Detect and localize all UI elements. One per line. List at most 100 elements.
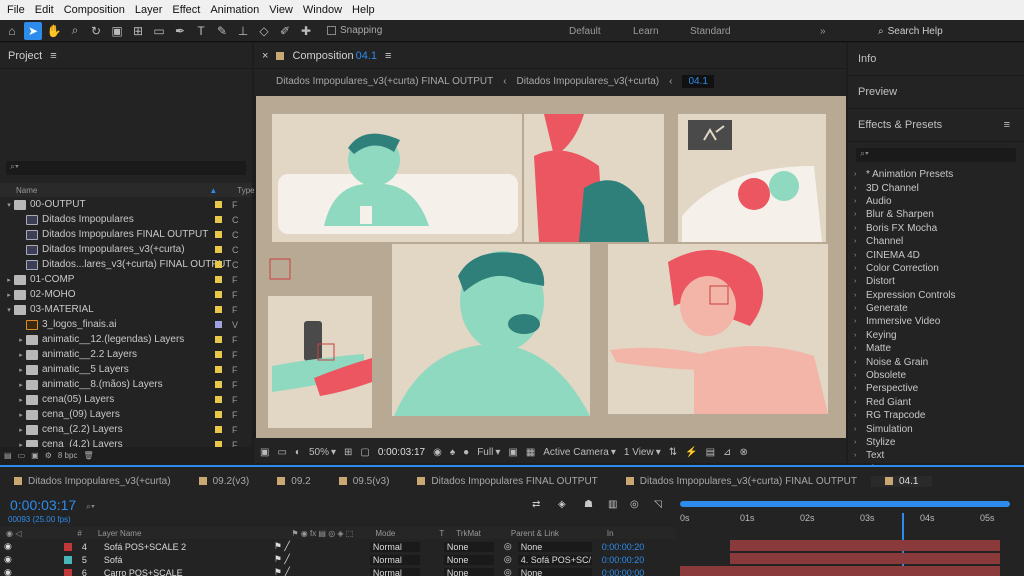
new-comp-icon[interactable]: ▣ [31, 451, 39, 460]
timeline-tab[interactable]: Ditados Impopulares_v3(+curta) [0, 476, 185, 487]
label-color-swatch[interactable] [63, 542, 72, 551]
effects-category[interactable]: › Boris FX Mocha [848, 222, 1024, 235]
project-folder-row[interactable]: ▸ cena(05) Layers F [0, 392, 240, 407]
effects-category[interactable]: › Simulation [848, 422, 1024, 435]
motion-blur-icon[interactable]: ◎ [630, 499, 639, 510]
chevron-right-icon[interactable]: › [854, 359, 862, 366]
flowchart-icon[interactable]: ⊿ [723, 447, 731, 458]
chevron-right-icon[interactable]: › [854, 426, 862, 433]
label-color-swatch[interactable] [215, 336, 222, 343]
chevron-right-icon[interactable]: › [854, 399, 862, 406]
chevron-right-icon[interactable]: ▸ [16, 366, 26, 374]
clone-stamp-tool-icon[interactable]: ⊥ [234, 22, 252, 40]
project-item-row[interactable]: Ditados...lares_v3(+curta) FINAL OUTPUT C [0, 257, 240, 272]
current-time-display[interactable]: 0:00:03:17 [378, 447, 425, 458]
menu-item-edit[interactable]: Edit [30, 4, 59, 16]
reset-exposure-icon[interactable]: ⊗ [739, 447, 747, 458]
shape-tool-icon[interactable]: ▭ [150, 22, 168, 40]
snapping-toggle[interactable]: Snapping [327, 25, 382, 36]
menu-item-help[interactable]: Help [347, 4, 380, 16]
brush-tool-icon[interactable]: ✎ [213, 22, 231, 40]
effects-category[interactable]: › Noise & Grain [848, 355, 1024, 368]
trkmat-dropdown[interactable]: None [443, 554, 494, 565]
interpret-footage-icon[interactable]: ▤ [4, 451, 12, 460]
project-search-input[interactable]: ⌕▾ [6, 161, 246, 175]
chevron-right-icon[interactable]: › [854, 452, 862, 459]
layer-name[interactable]: Sofá [104, 555, 264, 565]
project-folder-row[interactable]: ▸ animatic__5 Layers F [0, 362, 240, 377]
chevron-right-icon[interactable]: › [854, 385, 862, 392]
hand-tool-icon[interactable]: ✋ [45, 22, 63, 40]
label-color-swatch[interactable] [215, 306, 222, 313]
menu-item-effect[interactable]: Effect [167, 4, 205, 16]
project-item-row[interactable]: 3_logos_finais.ai V [0, 317, 240, 332]
chevron-right-icon[interactable]: › [854, 305, 862, 312]
layer-duration-bar[interactable] [680, 566, 1000, 576]
timeline-tab[interactable]: Ditados Impopulares FINAL OUTPUT [403, 476, 611, 487]
transparency-grid-icon[interactable]: ▦ [526, 447, 535, 458]
project-folder-row[interactable]: ▸ animatic__12.(legendas) Layers F [0, 332, 240, 347]
preview-icon[interactable]: ▣ [260, 447, 269, 458]
label-color-swatch[interactable] [215, 321, 222, 328]
label-color-swatch[interactable] [215, 276, 222, 283]
snapping-checkbox[interactable] [327, 26, 336, 35]
effects-category[interactable]: › * Animation Presets [848, 168, 1024, 181]
timeline-tab[interactable]: 09.2 [263, 476, 324, 487]
layer-switches-icon[interactable]: ⚑ ╱ [274, 567, 334, 576]
zoom-tool-icon[interactable]: ⌕ [66, 22, 84, 40]
pick-whip-icon[interactable]: ◎ [504, 554, 512, 565]
effects-category[interactable]: › Channel [848, 235, 1024, 248]
project-folder-row[interactable]: ▸ animatic__2.2 Layers F [0, 347, 240, 362]
label-color-swatch[interactable] [215, 366, 222, 373]
grid-icon[interactable]: ⊞ [344, 447, 352, 458]
project-folder-row[interactable]: ▾ 00-OUTPUT F [0, 197, 240, 212]
chevron-right-icon[interactable]: › [854, 278, 862, 285]
workspace-default[interactable]: Default [569, 20, 601, 42]
timeline-tab[interactable]: Ditados Impopulares_v3(+curta) FINAL OUT… [612, 476, 871, 487]
effects-search-input[interactable]: ⌕▾ [856, 148, 1016, 162]
label-color-swatch[interactable] [215, 351, 222, 358]
timeline-search-input[interactable]: ⌕▾ [86, 501, 526, 515]
timeline-tab[interactable]: 04.1 [870, 475, 933, 487]
label-color-swatch[interactable] [215, 396, 222, 403]
parent-dropdown[interactable]: None [517, 567, 592, 576]
menu-item-window[interactable]: Window [298, 4, 347, 16]
chevron-right-icon[interactable]: › [854, 238, 862, 245]
mode-dropdown[interactable]: Normal [369, 554, 420, 565]
trkmat-dropdown[interactable]: None [443, 567, 494, 576]
column-type[interactable]: Type [237, 186, 254, 195]
chevron-right-icon[interactable]: ▸ [16, 426, 26, 434]
layer-name[interactable]: Carro POS+SCALE [104, 568, 264, 576]
effects-category[interactable]: › CINEMA 4D [848, 248, 1024, 261]
panel-menu-icon[interactable]: ≡ [50, 50, 56, 62]
breadcrumb-item[interactable]: Ditados Impopulares_v3(+curta) [517, 76, 660, 87]
chevron-right-icon[interactable]: › [854, 265, 862, 272]
menu-item-view[interactable]: View [264, 4, 298, 16]
project-folder-row[interactable]: ▸ 02-MOHO F [0, 287, 240, 302]
mode-dropdown[interactable]: Normal [369, 541, 420, 552]
roi-icon[interactable]: ▣ [508, 447, 517, 458]
chevron-right-icon[interactable]: › [854, 211, 862, 218]
draft-3d-icon[interactable]: ◈ [558, 499, 566, 510]
home-icon[interactable]: ⌂ [3, 22, 21, 40]
layer-duration-bar[interactable] [730, 540, 1000, 551]
project-folder-row[interactable]: ▸ cena_(09) Layers F [0, 407, 240, 422]
timeline-icon[interactable]: ▤ [706, 447, 715, 458]
label-color-swatch[interactable] [215, 381, 222, 388]
label-color-swatch[interactable] [215, 411, 222, 418]
fast-preview-icon[interactable]: ⚡ [685, 447, 697, 458]
views-dropdown[interactable]: 1 View ▾ [624, 447, 661, 458]
label-color-swatch[interactable] [63, 568, 72, 576]
effects-category[interactable]: › Obsolete [848, 369, 1024, 382]
layer-in-time[interactable]: 0:00:00:20 [602, 555, 645, 565]
workspace-learn[interactable]: Learn [633, 20, 659, 42]
label-color-swatch[interactable] [63, 555, 72, 564]
timeline-current-time[interactable]: 0:00:03:17 [10, 497, 76, 513]
label-color-swatch[interactable] [215, 426, 222, 433]
chevron-right-icon[interactable]: › [854, 292, 862, 299]
camera-dropdown[interactable]: Active Camera ▾ [543, 447, 616, 458]
effects-category[interactable]: › Text [848, 449, 1024, 462]
parent-dropdown[interactable]: 4. Sofá POS+SC/ [517, 554, 592, 565]
chevron-right-icon[interactable]: › [854, 225, 862, 232]
effects-category[interactable]: › Keying [848, 329, 1024, 342]
